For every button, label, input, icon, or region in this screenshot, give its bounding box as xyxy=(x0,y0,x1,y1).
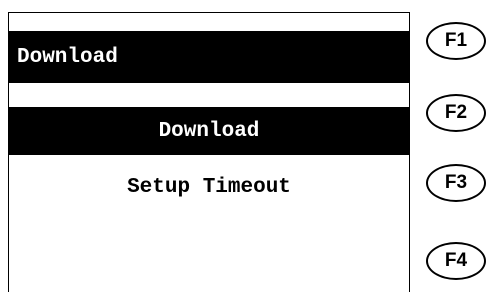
f4-key-label: F4 xyxy=(444,250,468,271)
menu-item-label: Setup Timeout xyxy=(127,175,291,199)
f1-key-button[interactable]: F1 xyxy=(426,22,486,60)
screen-title-bar: Download xyxy=(9,31,409,83)
f3-key-button[interactable]: F3 xyxy=(426,164,486,202)
f1-key-label: F1 xyxy=(444,30,468,51)
menu-item-download[interactable]: Download xyxy=(9,107,409,155)
display-screen: Download Download Setup Timeout xyxy=(8,12,410,292)
f3-key-label: F3 xyxy=(444,172,468,193)
f2-key-button[interactable]: F2 xyxy=(426,94,486,132)
f4-key-button[interactable]: F4 xyxy=(426,242,486,280)
f2-key-label: F2 xyxy=(444,102,468,123)
menu-item-setup-timeout[interactable]: Setup Timeout xyxy=(9,163,409,211)
screen-title: Download xyxy=(17,45,118,69)
menu-item-label: Download xyxy=(158,119,260,143)
